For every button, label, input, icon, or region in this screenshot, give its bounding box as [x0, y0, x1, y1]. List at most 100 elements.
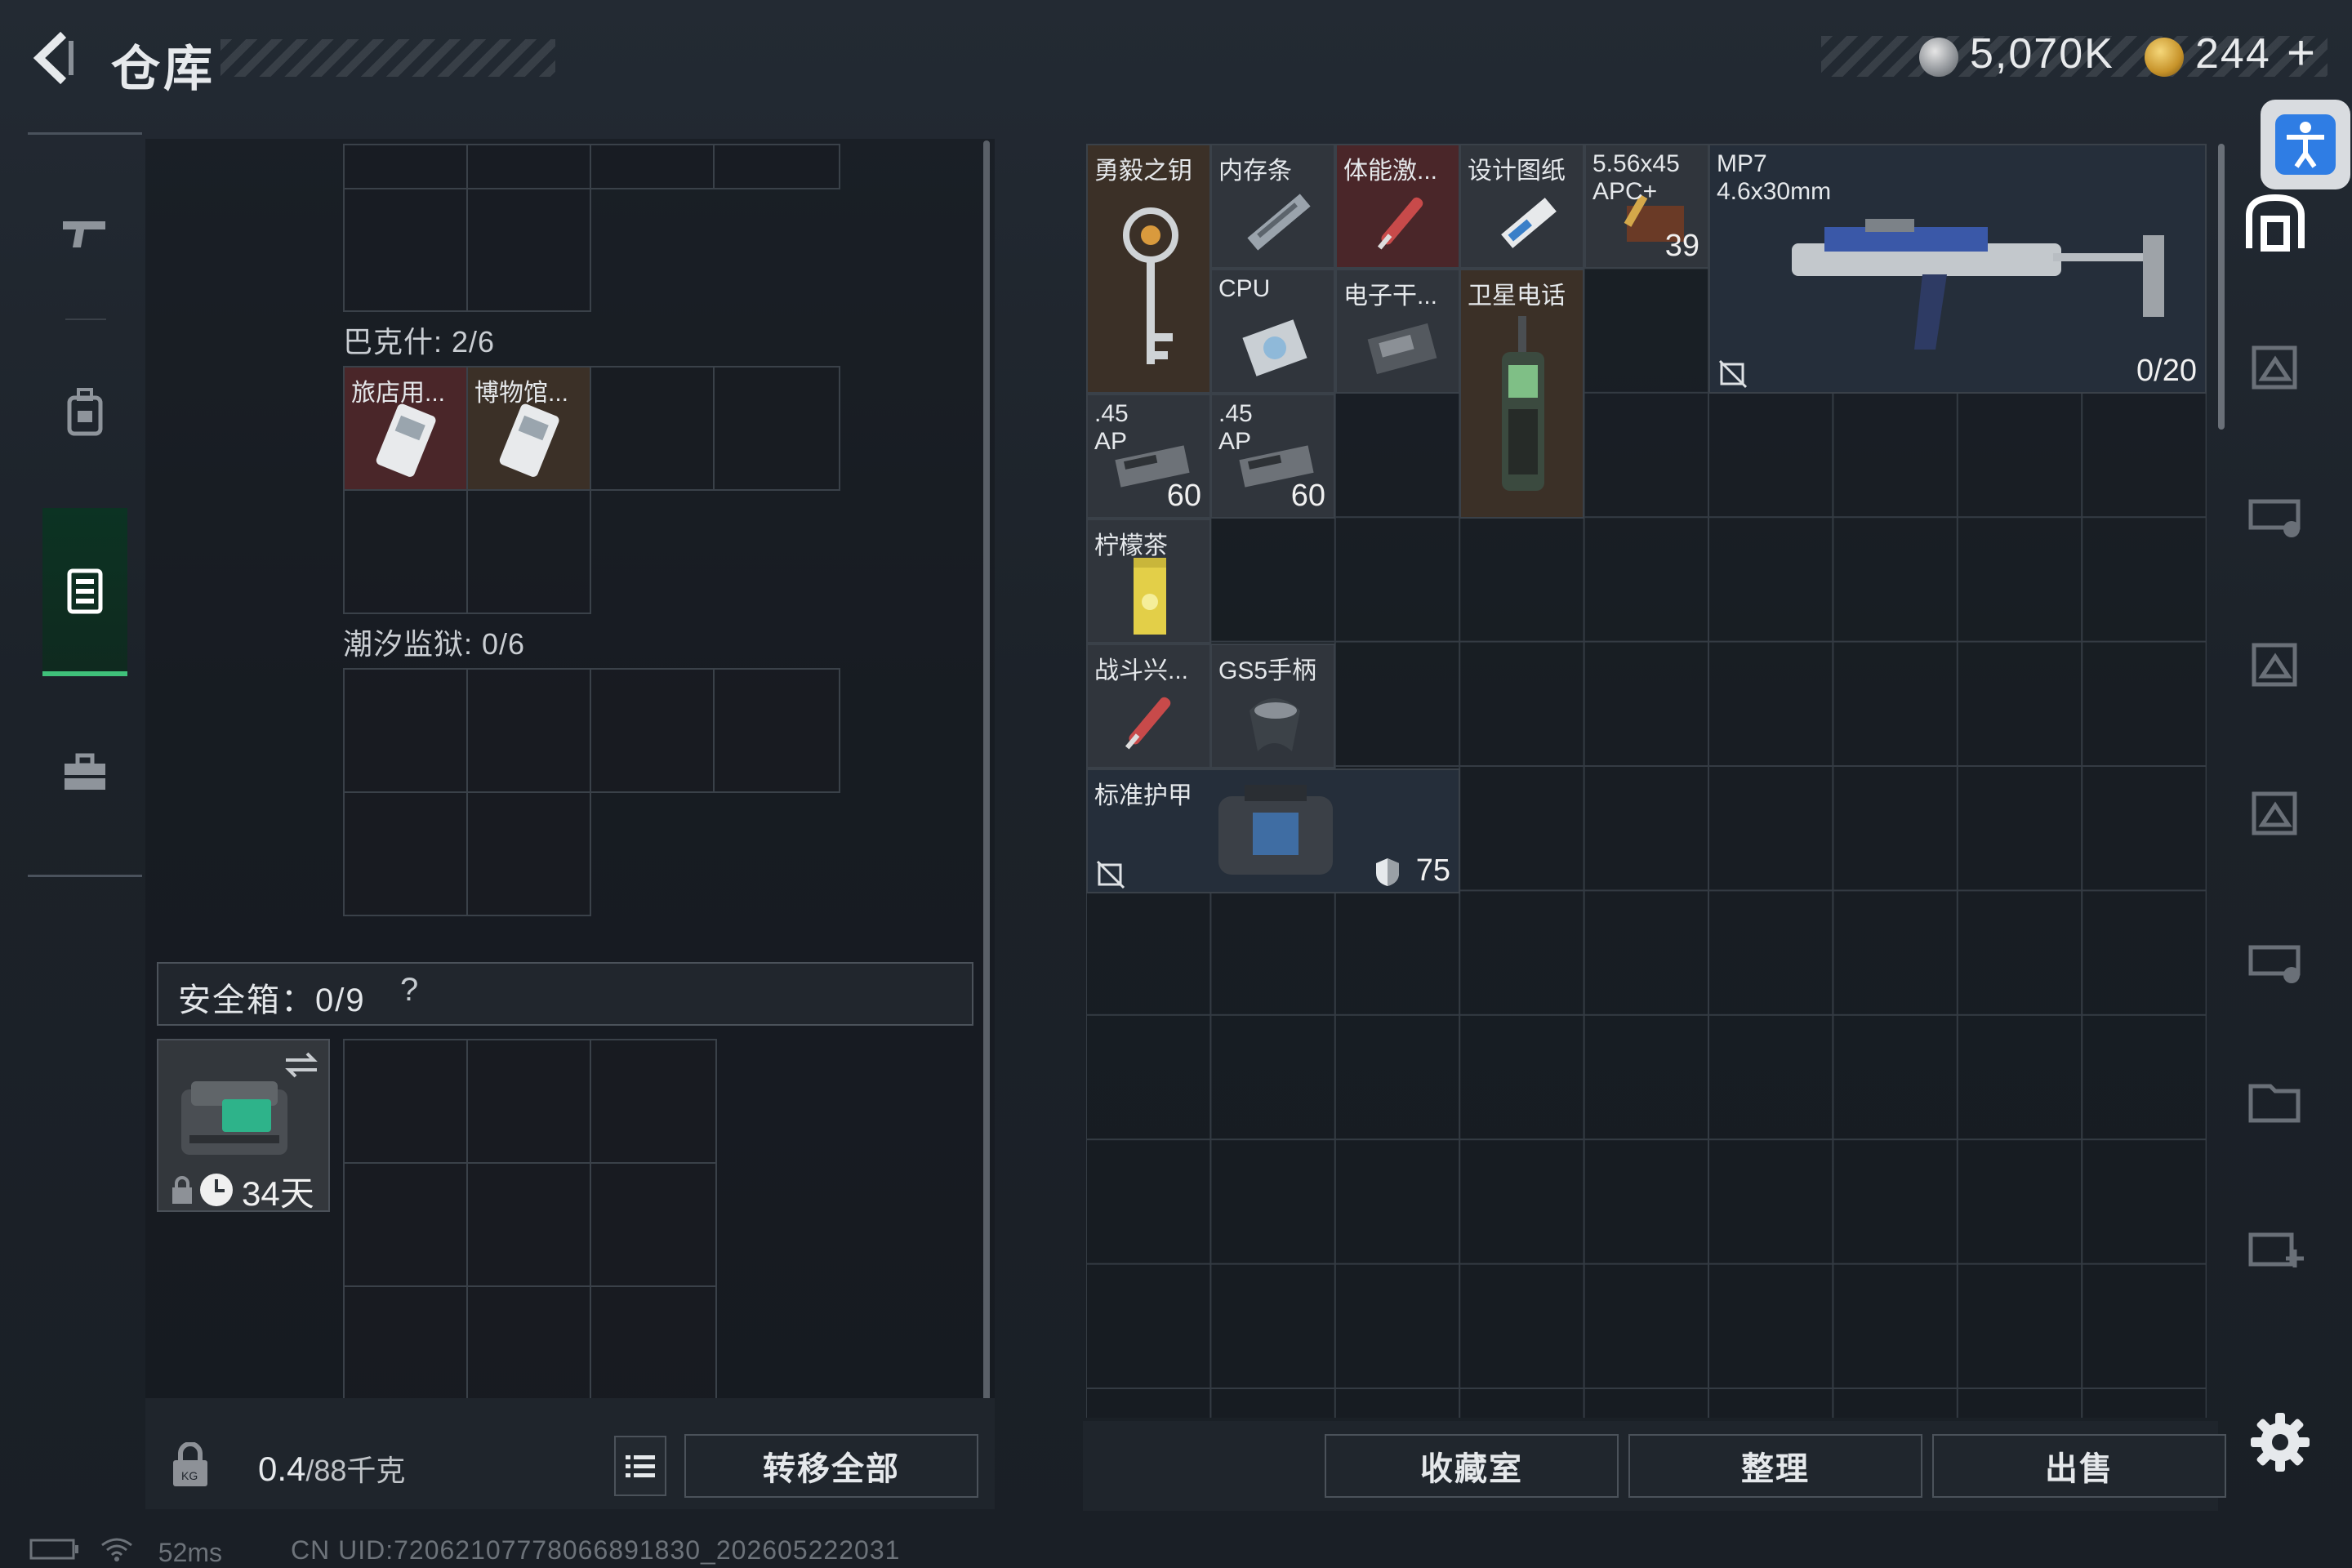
backpack-icon [67, 388, 103, 436]
grid-cell[interactable] [343, 188, 468, 312]
safe-box-label: 安全箱：0/9 [178, 982, 366, 1018]
grid-cell[interactable] [466, 489, 591, 614]
tab-stash-page-4[interactable] [2234, 769, 2316, 851]
collection-room-button[interactable]: 收藏室 [1325, 1434, 1619, 1498]
no-durability-icon [1096, 860, 1125, 889]
grid-cell[interactable] [713, 144, 840, 189]
item-lemon-tea[interactable]: 柠檬茶 [1086, 519, 1211, 644]
grid-cell[interactable] [590, 144, 715, 189]
item-satellite-phone[interactable]: 卫星电话 [1459, 269, 1584, 519]
folder-icon [2248, 1084, 2301, 1123]
grid-cell[interactable] [590, 668, 715, 793]
tab-stash-page-3[interactable] [2234, 621, 2316, 702]
silver-coin-icon [1919, 38, 1958, 77]
container-label-tidal-prison: 潮汐监狱: 0/6 [343, 627, 526, 661]
tab-toolbox[interactable] [42, 691, 127, 854]
grid-cell[interactable] [466, 188, 591, 312]
item-name: 体能激... [1343, 158, 1438, 185]
tab-weapons[interactable] [42, 152, 127, 315]
item-name: 卫星电话 [1468, 283, 1566, 310]
page-title: 仓库 [111, 42, 216, 96]
silver-amount: 5,070K [1970, 30, 2114, 78]
item-blueprint[interactable]: 设计图纸 [1459, 144, 1584, 269]
tab-locker[interactable] [42, 508, 127, 676]
item-name: 内存条 [1218, 158, 1292, 185]
grid-cell[interactable] [466, 1162, 591, 1287]
grid-cell[interactable] [466, 668, 591, 793]
grid-cell[interactable] [590, 366, 715, 491]
grid-cell[interactable] [466, 791, 591, 916]
item-name: .45 [1218, 400, 1253, 427]
lock-icon[interactable]: KG [170, 1442, 211, 1488]
smg-icon [1792, 219, 2164, 350]
grid-cell[interactable] [343, 791, 468, 916]
tab-home-stash[interactable] [2234, 183, 2316, 265]
back-arrow-icon[interactable] [24, 29, 82, 87]
no-durability-icon [1718, 359, 1748, 389]
tab-stash-page-2[interactable] [2234, 472, 2316, 554]
armor-vest-icon [1218, 785, 1333, 875]
item-mp7[interactable]: MP7 4.6x30mm 0/20 [1708, 144, 2207, 394]
item-name: 柠檬茶 [1094, 532, 1168, 559]
list-view-button[interactable] [614, 1436, 666, 1496]
weight-capacity: /88千克 [305, 1454, 406, 1487]
organize-button[interactable]: 整理 [1628, 1434, 1922, 1498]
gear-icon[interactable] [2247, 1410, 2313, 1475]
grid-cell[interactable] [466, 1285, 591, 1410]
grid-cell[interactable] [343, 144, 468, 189]
gold-amount: 244 [2195, 30, 2271, 78]
item-cpu[interactable]: CPU [1210, 269, 1335, 394]
item-name: 设计图纸 [1468, 158, 1566, 185]
grid-cell[interactable] [466, 1039, 591, 1164]
grid-cell[interactable] [466, 144, 591, 189]
item-subname: AP [1218, 428, 1252, 455]
clock-icon [200, 1174, 233, 1206]
accessibility-icon [2275, 114, 2336, 175]
safe-box-duration: 34天 [242, 1174, 314, 1213]
grid-cell[interactable] [343, 489, 468, 614]
item-courage-key[interactable]: 勇毅之钥 [1086, 144, 1211, 394]
transfer-all-button[interactable]: 转移全部 [684, 1434, 978, 1498]
item-gs5-grip[interactable]: GS5手柄 [1210, 644, 1335, 768]
item-name: 博物馆... [474, 380, 569, 407]
item-name: CPU [1218, 275, 1271, 302]
wifi-icon [100, 1538, 132, 1561]
add-currency-button[interactable]: + [2287, 24, 2315, 81]
stash-scrollbar[interactable] [2218, 144, 2225, 430]
cpu-icon [1242, 319, 1307, 376]
grid-cell[interactable] [590, 1039, 717, 1164]
item-standard-armor[interactable]: 标准护甲 75 [1086, 768, 1460, 893]
grid-cell[interactable] [343, 1162, 468, 1287]
item-stim[interactable]: 体能激... [1335, 144, 1460, 269]
item-electronics[interactable]: 电子干... [1335, 269, 1460, 394]
grid-cell[interactable] [713, 366, 840, 491]
tab-add-stash-page[interactable] [2234, 1205, 2316, 1287]
item-combat-stim[interactable]: 战斗兴... [1086, 644, 1211, 768]
grid-cell[interactable] [343, 668, 468, 793]
title-decoration [220, 39, 555, 77]
sell-button[interactable]: 出售 [1932, 1434, 2226, 1498]
item-hotel-card[interactable]: 旅店用... [343, 366, 468, 491]
item-ram[interactable]: 内存条 [1210, 144, 1335, 269]
item-museum-card[interactable]: 博物馆... [466, 366, 591, 491]
grid-cell[interactable] [590, 1162, 717, 1287]
left-scrollbar[interactable] [983, 140, 990, 1423]
grid-cell[interactable] [343, 1285, 468, 1410]
item-subname: APC+ [1592, 178, 1658, 205]
ping-readout: 52ms [158, 1538, 223, 1567]
tab-stash-page-5[interactable] [2234, 918, 2316, 1000]
grid-cell[interactable] [343, 1039, 468, 1164]
item-ammo-45-ap[interactable]: .45 AP 60 [1086, 394, 1211, 519]
tab-backpack[interactable] [42, 330, 127, 493]
safe-box-help-button[interactable]: ? [400, 972, 418, 1009]
item-name: 标准护甲 [1094, 782, 1192, 809]
tab-stash-page-1[interactable] [2234, 323, 2316, 405]
grid-cell[interactable] [590, 1285, 717, 1410]
circuit-board-icon [1367, 323, 1437, 375]
swap-icon[interactable] [281, 1049, 322, 1081]
item-ammo-556[interactable]: 5.56x45 APC+ 39 [1584, 144, 1709, 269]
item-ammo-45-ap[interactable]: .45 AP 60 [1210, 394, 1335, 519]
grid-cell[interactable] [713, 668, 840, 793]
battery-icon [29, 1539, 78, 1560]
tab-stash-page-6[interactable] [2234, 1058, 2316, 1140]
